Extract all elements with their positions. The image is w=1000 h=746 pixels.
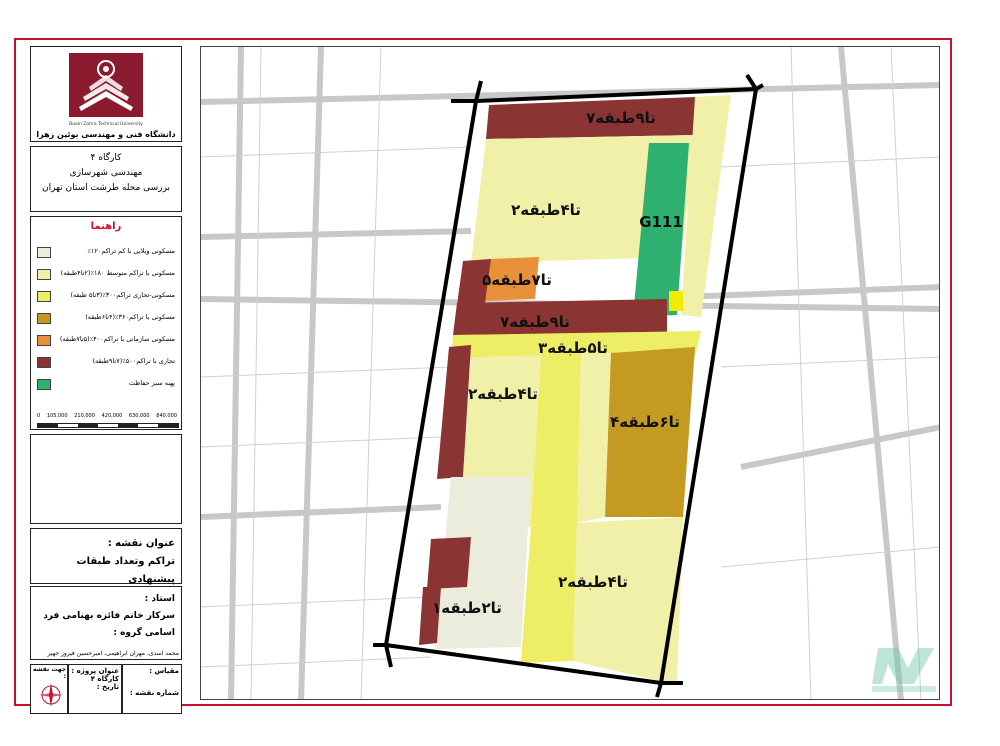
map-canvas: ۷تا۹طبقه ۲تا۴طبقه G111 ۵تا۷طبقه ۷تا۹طبقه… bbox=[200, 46, 940, 700]
legend-item-gold: مسکونی با تراکم۳۶۰٪(۴تا۶طبقه) bbox=[85, 313, 175, 321]
label-bottom-left: ۱تا۲طبقه bbox=[432, 599, 502, 617]
label-middle-brown: ۷تا۹طبقه bbox=[500, 313, 570, 331]
scale-label: 840,000 bbox=[156, 413, 177, 419]
project-label: عنوان پروژه : bbox=[71, 667, 119, 675]
legend-item-commercial: تجاری با تراکم۵۰۰٪(۷تا۹طبقه) bbox=[92, 357, 175, 365]
map-title-box: عنوان نقشه : تراکم وتعداد طبقات پیشنهادی bbox=[30, 528, 182, 585]
teacher-name: سرکار خانم فائزه بهنامی فرد bbox=[43, 611, 175, 621]
legend-swatch-green bbox=[37, 379, 51, 390]
north-label: جهت نقشه : bbox=[32, 666, 66, 680]
legend-item-orange: مسکونی سازمانی با تراکم۴۰۰٪(۵تا۷طبقه) bbox=[59, 335, 175, 343]
zone-commercial-sw bbox=[427, 537, 471, 589]
teacher-box: استاد : سرکار خانم فائزه بهنامی فرد اسام… bbox=[30, 586, 182, 660]
scale-label: 105,000 bbox=[46, 413, 68, 419]
student-names: محمد اسدی، مهران ابراهیمی، امیرحسین فیرو… bbox=[47, 650, 179, 657]
land-use-map: ۷تا۹طبقه ۲تا۴طبقه G111 ۵تا۷طبقه ۷تا۹طبقه… bbox=[201, 47, 939, 699]
scale-labels: 0 105,000 210,000 420,000 630,000 840,00… bbox=[37, 413, 177, 419]
footer-grid: مقیاس : شماره نقشه : عنوان پروژه : کارگا… bbox=[30, 664, 182, 714]
scale-bar bbox=[37, 423, 179, 428]
scale-cell: مقیاس : شماره نقشه : bbox=[122, 664, 182, 714]
zone-small-yellow bbox=[669, 291, 683, 311]
label-middle-yellow: ۳تا۵طبقه bbox=[538, 339, 608, 357]
scale-label: 210,000 bbox=[74, 413, 95, 419]
legend-swatch-commercial bbox=[37, 357, 51, 368]
legend-swatch-gold bbox=[37, 313, 51, 324]
map-title-value: تراکم وتعداد طبقات پیشنهادی bbox=[76, 556, 175, 585]
project-value: کارگاه ۴ bbox=[90, 675, 119, 683]
legend-title: راهنما bbox=[90, 221, 122, 232]
legend-swatch-medium bbox=[37, 269, 51, 280]
legend-swatch-orange bbox=[37, 335, 51, 346]
label-green: G111 bbox=[639, 213, 683, 231]
label-top: ۷تا۹طبقه bbox=[586, 109, 656, 127]
workshop-line2: مهندسی شهرسازی bbox=[69, 168, 143, 178]
compass-rose-icon bbox=[39, 683, 63, 707]
scale-label: 0 bbox=[37, 413, 41, 419]
legend-item-villa: مسکونی ویلایی با کم تراکم۱۲۰٪ bbox=[87, 247, 175, 255]
legend-item-medium: مسکونی با تراکم متوسط ۱۸۰٪(۲تا۴طبقه) bbox=[60, 269, 175, 277]
zone-mixed-south bbox=[521, 523, 577, 663]
workshop-line3: بررسی محله طرشت استان تهران bbox=[41, 183, 171, 193]
scale-label: 420,000 bbox=[101, 413, 123, 419]
north-cell: جهت نقشه : bbox=[30, 664, 68, 714]
legend: راهنما مسکونی ویلایی با کم تراکم۱۲۰٪ مسک… bbox=[30, 216, 182, 430]
legend-swatch-mixed bbox=[37, 291, 51, 302]
legend-swatch-villa bbox=[37, 247, 51, 258]
scale-cell-label: مقیاس : bbox=[149, 667, 179, 675]
group-label: اسامی گروه : bbox=[113, 628, 175, 638]
teacher-label: استاد : bbox=[144, 594, 175, 604]
university-name-en: Buein Zahra Technical University bbox=[69, 121, 143, 127]
watermark-logo bbox=[872, 648, 936, 692]
label-upper-left: ۲تا۴طبقه bbox=[511, 201, 581, 219]
label-bottom-right: ۲تا۴طبقه bbox=[558, 573, 628, 591]
label-right-gold: ۴تا۶طبقه bbox=[610, 413, 680, 431]
map-number-label: شماره نقشه : bbox=[129, 689, 179, 697]
project-cell: عنوان پروژه : کارگاه ۴ تاریخ : bbox=[68, 664, 122, 714]
date-label: تاریخ : bbox=[96, 683, 119, 691]
legend-item-green: پهنه سبز حفاظت bbox=[128, 379, 175, 387]
legend-item-mixed: مسکونی-تجاری تراکم۳۰۰٪(۳تا۵ طبقه) bbox=[70, 291, 175, 299]
scale-label: 630,000 bbox=[128, 413, 150, 419]
blank-box bbox=[30, 434, 182, 524]
workshop-line1: کارگاه ۴ bbox=[90, 153, 122, 163]
university-name: دانشگاه فنی و مهندسی بوئین زهرا bbox=[36, 130, 176, 139]
map-title-label: عنوان نقشه : bbox=[107, 538, 175, 549]
logo-box: Buein Zahra Technical University دانشگاه… bbox=[30, 46, 182, 142]
workshop-box: کارگاه ۴ مهندسی شهرسازی بررسی محله طرشت … bbox=[30, 146, 182, 212]
zone-gold bbox=[605, 347, 695, 517]
label-left-mid: ۲تا۴طبقه bbox=[468, 385, 538, 403]
university-logo: Buein Zahra Technical University bbox=[69, 53, 143, 127]
info-panel: Buein Zahra Technical University دانشگاه… bbox=[30, 46, 184, 714]
label-orange: ۵تا۷طبقه bbox=[482, 271, 552, 289]
